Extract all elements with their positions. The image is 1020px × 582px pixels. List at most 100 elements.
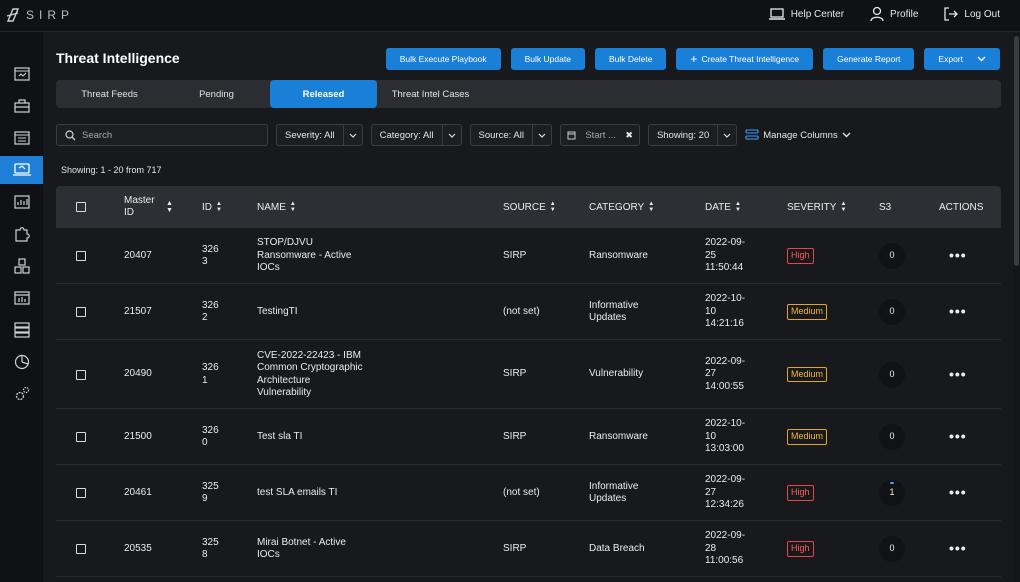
chart-box-icon <box>13 291 30 305</box>
page-scrollbar-thumb[interactable] <box>1014 36 1019 266</box>
severity-badge: Medium <box>787 429 828 445</box>
cell-category: Informative Updates <box>589 299 639 324</box>
s3-progress-arc <box>890 482 894 484</box>
col-source-label: SOURCE <box>503 201 546 213</box>
select-all-checkbox[interactable] <box>76 202 86 212</box>
cell-name[interactable]: test SLA emails TI <box>257 465 387 521</box>
export-label: Export <box>938 54 963 64</box>
cell-date: 2022-09- 25 11:50:44 <box>705 237 746 274</box>
table-row[interactable]: 20535 325 8 Mirai Botnet - Active IOCs SIRP… <box>56 521 1001 577</box>
col-category[interactable]: CATEGORY ▲ ▼ <box>589 186 654 228</box>
manage-columns-label: Manage Columns <box>763 129 838 141</box>
col-s3: S3 <box>879 186 891 228</box>
help-center-label: Help Center <box>790 8 845 20</box>
col-date[interactable]: DATE ▲ ▼ <box>705 186 741 228</box>
cell-name[interactable]: Mirai Botnet - Active IOCs <box>257 521 387 577</box>
table-row[interactable]: 21507 326 2 TestingTI (not set) Informative … <box>56 284 1001 340</box>
col-master-id-label: Master ID <box>124 195 155 218</box>
sidebar-item-list[interactable] <box>0 124 43 152</box>
sidebar-item-reports[interactable] <box>0 188 43 216</box>
row-actions-menu[interactable]: ••• <box>949 247 967 265</box>
sidebar-item-modules[interactable] <box>0 252 43 280</box>
help-center-link[interactable]: Help Center <box>768 6 845 22</box>
s3-value: 0 <box>889 368 895 379</box>
logo[interactable]: SIRP <box>6 7 74 23</box>
reports-icon <box>13 195 30 209</box>
severity-badge: Medium <box>787 304 828 320</box>
cell-name[interactable]: STOP/DJVU Ransomware - Active IOCs <box>257 228 387 284</box>
create-label: Create Threat Intelligence <box>701 54 800 64</box>
table-row[interactable]: 20490 326 1 CVE-2022-22423 - IBM Common Cr… <box>56 340 1001 409</box>
generate-report-button[interactable]: Generate Report <box>823 48 915 70</box>
col-id[interactable]: ID ▲ ▼ <box>202 186 222 228</box>
category-filter-label: Category: All <box>379 129 434 141</box>
sidebar-item-dashboard[interactable] <box>0 60 43 88</box>
bulk-execute-playbook-button[interactable]: Bulk Execute Playbook <box>385 48 501 70</box>
row-checkbox[interactable] <box>76 432 86 442</box>
clear-icon[interactable]: ✖ <box>625 130 633 141</box>
table-row[interactable]: 21500 326 0 Test sla TI SIRP Ransomware 2022-… <box>56 409 1001 465</box>
sort-icon: ▲ ▼ <box>549 201 556 213</box>
sidebar-item-settings[interactable] <box>0 380 43 408</box>
sidebar-item-integrations[interactable] <box>0 220 43 248</box>
date-range-placeholder: Start ... <box>585 129 616 141</box>
sidebar-item-analytics[interactable] <box>0 284 43 312</box>
search-icon <box>65 129 76 140</box>
category-filter[interactable]: Category: All <box>370 124 462 146</box>
cell-category: Ransomware <box>589 430 648 442</box>
sidebar-item-data[interactable] <box>0 316 43 344</box>
sidebar-item-cases[interactable] <box>0 92 43 120</box>
row-checkbox[interactable] <box>76 251 86 261</box>
col-master-id[interactable]: Master ID ▲ ▼ <box>124 186 184 228</box>
page-size-select[interactable]: Showing: 20 <box>647 124 738 146</box>
chevron-down-icon <box>342 125 362 145</box>
logout-link[interactable]: Log Out <box>944 6 1000 22</box>
bulk-delete-button[interactable]: Bulk Delete <box>594 48 667 70</box>
row-actions-menu[interactable]: ••• <box>949 366 967 384</box>
s3-value: 0 <box>889 250 895 261</box>
cell-source: SIRP <box>503 542 527 554</box>
cell-id: 326 1 <box>202 362 219 386</box>
tab-threat-feeds[interactable]: Threat Feeds <box>56 80 163 108</box>
search-input[interactable] <box>82 129 252 141</box>
row-checkbox[interactable] <box>76 488 86 498</box>
col-source[interactable]: SOURCE ▲ ▼ <box>503 186 556 228</box>
tab-released[interactable]: Released <box>270 80 377 108</box>
cell-name[interactable]: CVE-2022-22423 - IBM Common Cryptographi… <box>257 340 387 409</box>
table-row[interactable]: 20407 326 3 STOP/DJVU Ransomware - Active … <box>56 228 1001 284</box>
profile-link[interactable]: Profile <box>870 6 918 22</box>
sidebar-item-statistics[interactable] <box>0 348 43 376</box>
sidebar-item-threat-intelligence[interactable] <box>0 156 43 184</box>
row-actions-menu[interactable]: ••• <box>949 484 967 502</box>
cell-name[interactable]: TestingTI <box>257 284 387 340</box>
tab-threat-intel-cases[interactable]: Threat Intel Cases <box>377 80 484 108</box>
cell-category: Data Breach <box>589 542 645 554</box>
tab-pending[interactable]: Pending <box>163 80 270 108</box>
row-actions-menu[interactable]: ••• <box>949 540 967 558</box>
row-checkbox[interactable] <box>76 369 86 380</box>
cell-master-id: 21507 <box>124 305 152 317</box>
severity-filter[interactable]: Severity: All <box>276 124 363 146</box>
table-row[interactable]: 20461 325 9 test SLA emails TI (not set) Inf… <box>56 465 1001 521</box>
sort-icon: ▲ ▼ <box>289 201 296 213</box>
cell-name[interactable]: Test sla TI <box>257 409 387 465</box>
date-range-filter[interactable]: Start ... ✖ <box>559 124 640 146</box>
s3-score: 0 <box>879 536 905 562</box>
cell-source: SIRP <box>503 249 527 261</box>
cell-master-id: 20407 <box>124 249 152 261</box>
row-checkbox[interactable] <box>76 307 86 317</box>
row-actions-menu[interactable]: ••• <box>949 303 967 321</box>
bulk-update-button[interactable]: Bulk Update <box>510 48 585 70</box>
briefcase-icon <box>13 99 30 113</box>
row-checkbox[interactable] <box>76 544 86 554</box>
sirp-logo-icon <box>6 8 20 22</box>
page-title: Threat Intelligence <box>56 50 180 66</box>
create-threat-intelligence-button[interactable]: + Create Threat Intelligence <box>676 48 814 70</box>
export-button[interactable]: Export <box>924 48 1000 70</box>
cell-master-id: 20490 <box>124 368 152 380</box>
col-name[interactable]: NAME ▲ ▼ <box>257 186 296 228</box>
source-filter[interactable]: Source: All <box>469 124 552 146</box>
col-severity[interactable]: SEVERITY ▲ ▼ <box>787 186 846 228</box>
manage-columns-button[interactable]: Manage Columns <box>745 128 851 142</box>
row-actions-menu[interactable]: ••• <box>949 428 967 446</box>
